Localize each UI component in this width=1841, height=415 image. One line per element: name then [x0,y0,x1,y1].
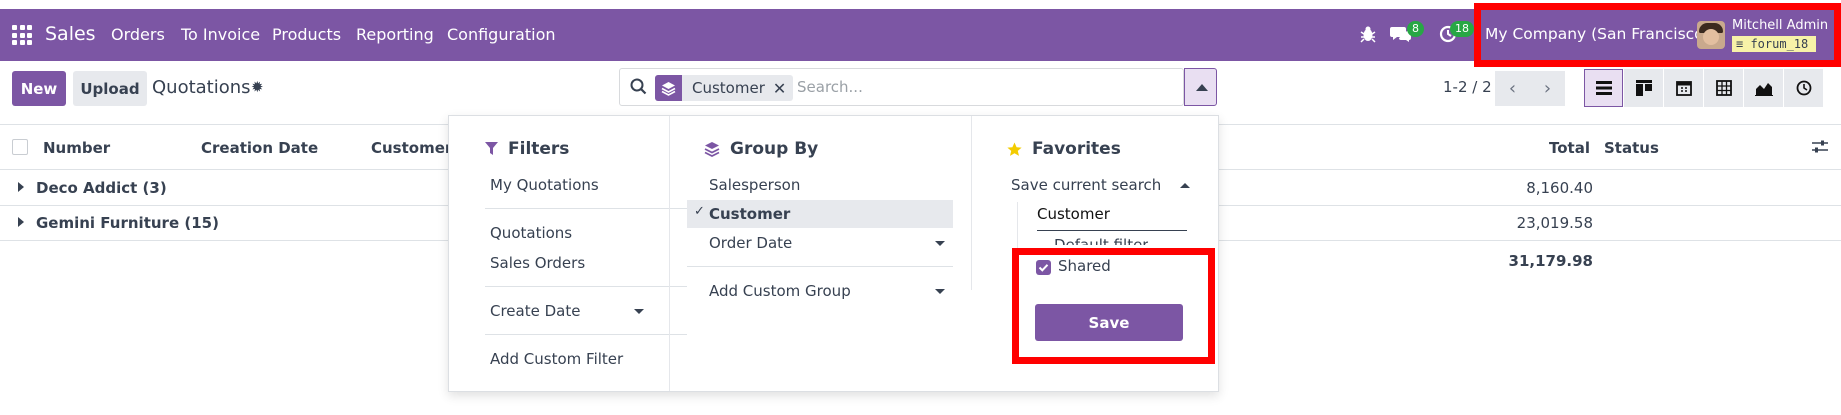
search-facet: Customer ✕ [655,75,794,101]
caret-right-icon [18,182,24,192]
menu-configuration[interactable]: Configuration [447,25,556,44]
gear-icon[interactable]: ✹ [251,78,264,96]
bug-icon[interactable] [1360,25,1376,48]
divider [485,286,687,287]
menu-orders[interactable]: Orders [111,25,165,44]
messages-badge: 8 [1407,21,1424,37]
activity-view-button[interactable] [1784,69,1823,107]
graph-view-button[interactable] [1744,69,1783,107]
search-options-toggle[interactable] [1184,68,1217,106]
column-divider [669,116,670,391]
select-all-checkbox[interactable] [12,139,28,155]
app-name[interactable]: Sales [45,23,96,45]
menu-reporting[interactable]: Reporting [356,25,434,44]
upload-button[interactable]: Upload [73,71,147,106]
group-by-order-date[interactable]: Order Date [709,234,792,252]
highlight-save-area [1012,248,1215,364]
group-by-salesperson[interactable]: Salesperson [709,176,800,194]
pager-value[interactable]: 1-2 / 2 [1443,78,1492,96]
filters-header: Filters [485,139,569,159]
activities-badge: 18 [1450,21,1474,37]
column-settings-icon[interactable] [1812,139,1828,158]
layers-icon [704,142,720,157]
caret-down-icon[interactable] [935,241,945,246]
new-button[interactable]: New [12,71,66,106]
layers-icon [655,75,682,101]
add-custom-filter[interactable]: Add Custom Filter [490,350,623,368]
filter-my-quotations[interactable]: My Quotations [490,176,599,194]
filter-create-date[interactable]: Create Date [490,302,580,320]
divider [485,334,687,335]
group-by-header: Group By [704,139,818,159]
divider [687,266,953,267]
star-icon [1007,142,1022,156]
pivot-view-button[interactable] [1704,69,1743,107]
pivot-table-icon [1715,80,1732,96]
group-total: 8,160.40 [1526,179,1593,197]
filter-quotations[interactable]: Quotations [490,224,572,242]
group-label: Deco Addict (3) [36,179,167,197]
caret-down-icon[interactable] [935,289,945,294]
search-input[interactable]: Search... [797,78,863,96]
filter-sales-orders[interactable]: Sales Orders [490,254,585,272]
list-view-button[interactable] [1584,69,1623,107]
page-title: Quotations [152,77,251,98]
kanban-view-button[interactable] [1624,69,1663,107]
highlight-user-area [1474,3,1841,67]
pager-next-button[interactable]: › [1530,71,1565,106]
grand-total: 31,179.98 [1508,252,1593,270]
app-menu-icon[interactable] [12,25,32,45]
caret-right-icon [18,217,24,227]
filter-icon [485,142,498,155]
close-icon[interactable]: ✕ [773,79,793,98]
save-current-search[interactable]: Save current search [1011,176,1161,194]
column-customer[interactable]: Customer [371,139,452,157]
check-icon: ✓ [694,204,705,219]
column-total[interactable]: Total [1549,139,1590,157]
facet-label: Customer [692,79,765,97]
calendar-view-button[interactable] [1664,69,1703,107]
kanban-icon [1635,80,1652,96]
caret-down-icon[interactable] [634,309,644,314]
menu-products[interactable]: Products [272,25,341,44]
pager-previous-button[interactable]: ‹ [1495,71,1530,106]
group-by-customer[interactable]: Customer [709,205,790,223]
calendar-icon [1675,81,1692,96]
group-label: Gemini Furniture (15) [36,214,219,232]
menu-to-invoice[interactable]: To Invoice [181,25,260,44]
favorite-name-input[interactable]: Customer [1037,201,1187,231]
column-creation-date[interactable]: Creation Date [201,139,318,157]
column-number[interactable]: Number [43,139,110,157]
favorites-header: Favorites [1007,139,1121,159]
column-status[interactable]: Status [1604,139,1659,157]
caret-up-icon[interactable] [1180,183,1190,188]
group-total: 23,019.58 [1516,214,1593,232]
clock-icon [1796,80,1811,96]
search-icon [630,78,647,99]
column-divider [971,116,972,290]
default-filter-label: Default filter [1054,236,1149,245]
area-chart-icon [1754,82,1773,96]
list-icon [1595,81,1612,95]
divider [485,208,687,209]
add-custom-group[interactable]: Add Custom Group [709,282,851,300]
